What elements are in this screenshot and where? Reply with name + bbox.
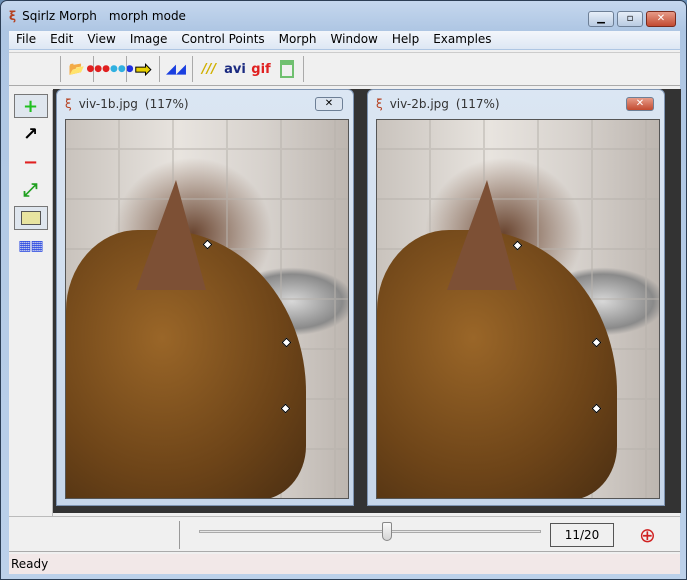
child-title: viv-1b.jpg [78, 97, 138, 111]
morph-bar: 11/20 ⊕ [9, 516, 680, 552]
image-window-1: ξ viv-1b.jpg (117%) ✕ [56, 89, 354, 506]
frame-slider[interactable] [199, 530, 541, 533]
minimize-button[interactable]: ▁ [588, 11, 614, 27]
rectangle-icon[interactable] [13, 206, 48, 230]
frame-counter: 11/20 [550, 523, 614, 547]
child-zoom: (117%) [455, 97, 500, 111]
menu-morph[interactable]: Morph [272, 31, 324, 49]
title-bar: ξ Sqirlz Morph morph mode [9, 9, 186, 23]
control-points-icon[interactable]: ●●● ●● ● [86, 56, 133, 82]
warp-icon[interactable]: /// [196, 56, 222, 82]
menu-examples[interactable]: Examples [426, 31, 498, 49]
child-close-button[interactable]: ✕ [315, 97, 343, 111]
avi-icon[interactable]: avi [222, 56, 248, 82]
close-button[interactable]: ✕ [646, 11, 676, 27]
move-arrow-icon[interactable]: ↗ [14, 122, 48, 146]
child-logo-icon: ξ [65, 97, 72, 111]
menu-help[interactable]: Help [385, 31, 426, 49]
menu-image[interactable]: Image [123, 31, 175, 49]
source-image[interactable] [65, 119, 349, 499]
menu-view[interactable]: View [80, 31, 122, 49]
menu-bar: File Edit View Image Control Points Morp… [9, 31, 680, 49]
add-point-icon[interactable]: + [13, 94, 48, 118]
menu-window[interactable]: Window [324, 31, 385, 49]
maximize-button[interactable]: ▫ [617, 11, 643, 27]
app-mode: morph mode [108, 9, 186, 23]
slider-thumb[interactable] [382, 522, 393, 541]
triangle-icon[interactable]: ◢◢ [163, 56, 189, 82]
toolbar: 📂 ●●● ●● ● ➡ ◢◢ /// avi gif [9, 52, 680, 86]
mdi-area: ξ viv-1b.jpg (117%) ✕ ξ viv-2b.jpg (117%) ✕ [53, 89, 681, 513]
gif-icon[interactable]: gif [248, 56, 274, 82]
target-image[interactable] [376, 119, 660, 499]
grid-icon[interactable]: ▦▦ [14, 234, 48, 258]
left-toolbar: + ↗ − ⤢ ▦▦ [9, 90, 53, 516]
target-icon[interactable]: ⊕ [639, 523, 656, 547]
main-window: ξ Sqirlz Morph morph mode ▁ ▫ ✕ File Edi… [0, 0, 687, 580]
child-zoom: (117%) [144, 97, 189, 111]
app-logo-icon: ξ [9, 9, 17, 23]
window-icon[interactable] [274, 56, 300, 82]
child-logo-icon: ξ [376, 97, 383, 111]
child-title: viv-2b.jpg [389, 97, 449, 111]
status-bar: Ready [9, 554, 680, 574]
menu-edit[interactable]: Edit [43, 31, 80, 49]
arrow-right-icon[interactable]: ➡ [130, 56, 156, 82]
image-window-2: ξ viv-2b.jpg (117%) ✕ [367, 89, 665, 506]
menu-file[interactable]: File [9, 31, 43, 49]
move-all-icon[interactable]: ⤢ [14, 178, 48, 202]
app-title: Sqirlz Morph [22, 9, 97, 23]
menu-control-points[interactable]: Control Points [174, 31, 271, 49]
child-close-button[interactable]: ✕ [626, 97, 654, 111]
remove-point-icon[interactable]: − [14, 150, 48, 174]
